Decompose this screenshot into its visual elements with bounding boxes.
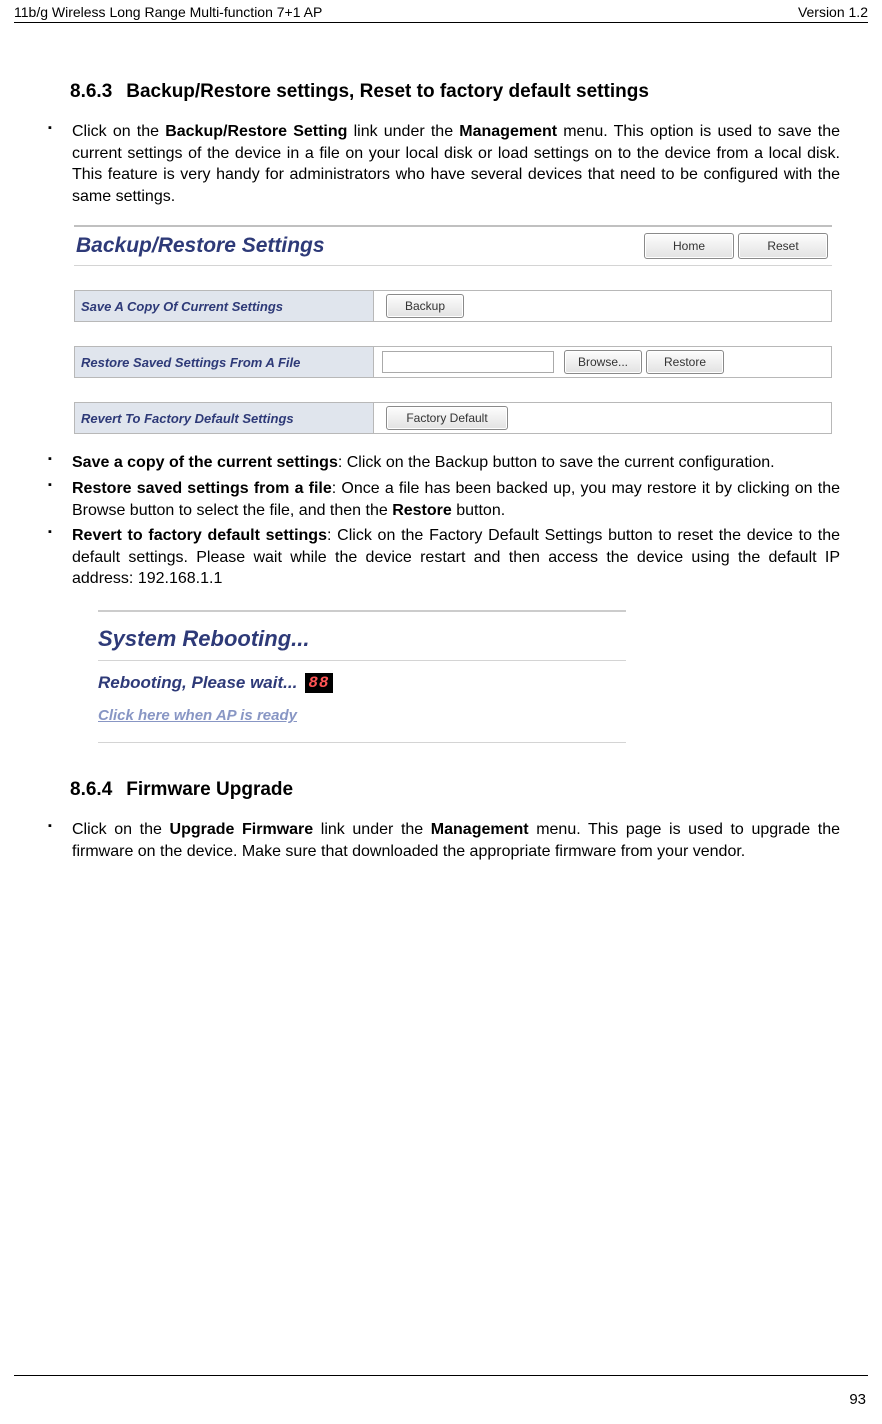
header-left: 11b/g Wireless Long Range Multi-function…: [14, 4, 322, 20]
reboot-title: System Rebooting...: [98, 620, 626, 661]
reset-button[interactable]: Reset: [738, 233, 828, 259]
section-num-864: 8.6.4: [70, 779, 112, 801]
footer-rule: [14, 1375, 868, 1376]
intro-bullet: Click on the Backup/Restore Setting link…: [42, 121, 840, 207]
section-title: Backup/Restore settings, Reset to factor…: [126, 81, 649, 102]
bullet-revert: Revert to factory default settings: Clic…: [42, 525, 840, 590]
reboot-ready-link[interactable]: Click here when AP is ready: [98, 697, 297, 742]
restore-file-input[interactable]: [382, 351, 554, 373]
reboot-panel: System Rebooting... Rebooting, Please wa…: [98, 610, 626, 743]
revert-label: Revert To Factory Default Settings: [75, 411, 373, 426]
save-copy-label: Save A Copy Of Current Settings: [75, 299, 373, 314]
bullet-restore: Restore saved settings from a file: Once…: [42, 478, 840, 521]
section-num: 8.6.3: [70, 81, 112, 103]
restore-label: Restore Saved Settings From A File: [75, 355, 373, 370]
section-title-864: Firmware Upgrade: [126, 779, 293, 800]
header-rule: [14, 22, 868, 23]
revert-row: Revert To Factory Default Settings Facto…: [74, 402, 832, 434]
restore-button[interactable]: Restore: [646, 350, 724, 374]
backup-button[interactable]: Backup: [386, 294, 464, 318]
section-heading-863: 8.6.3 Backup/Restore settings, Reset to f…: [70, 81, 840, 103]
save-copy-row: Save A Copy Of Current Settings Backup: [74, 290, 832, 322]
section-heading-864: 8.6.4 Firmware Upgrade: [70, 779, 840, 801]
browse-button[interactable]: Browse...: [564, 350, 642, 374]
reboot-msg: Rebooting, Please wait... 88: [98, 661, 626, 697]
reboot-rule: [98, 742, 626, 743]
header-right: Version 1.2: [798, 4, 868, 20]
firmware-bullet: Click on the Upgrade Firmware link under…: [42, 819, 840, 862]
panel-title: Backup/Restore Settings: [74, 234, 640, 258]
backup-restore-panel: Backup/Restore Settings Home Reset Save …: [74, 225, 832, 434]
reboot-countdown: 88: [305, 673, 332, 693]
factory-default-button[interactable]: Factory Default: [386, 406, 508, 430]
restore-row: Restore Saved Settings From A File Brows…: [74, 346, 832, 378]
home-button[interactable]: Home: [644, 233, 734, 259]
page-number: 93: [849, 1391, 866, 1408]
bullet-save-copy: Save a copy of the current settings: Cli…: [42, 452, 840, 474]
